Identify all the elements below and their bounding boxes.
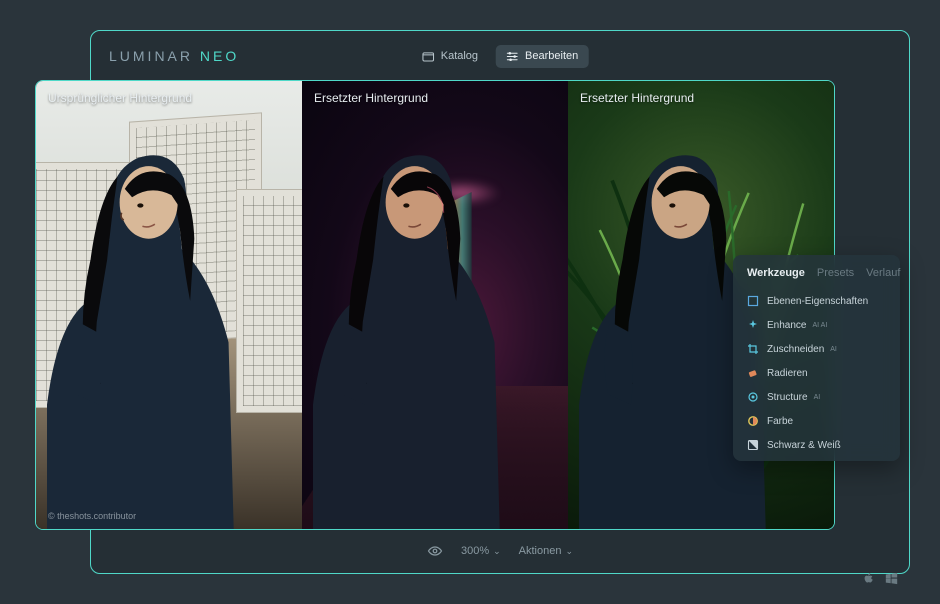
- tool-enhance[interactable]: Enhance AI AI: [733, 313, 900, 337]
- tool-label: Farbe: [767, 416, 793, 427]
- chevron-down-icon: ⌄: [565, 546, 573, 557]
- tools-panel-tabs: Werkzeuge Presets Verlauf: [733, 267, 900, 289]
- chevron-down-icon: ⌄: [493, 546, 501, 557]
- tool-label: Enhance: [767, 320, 806, 331]
- eraser-icon: [747, 367, 759, 379]
- ai-badge: AI: [814, 394, 821, 401]
- folder-icon: [422, 50, 435, 63]
- layers-icon: [747, 295, 759, 307]
- tools-tab-history[interactable]: Verlauf: [866, 267, 900, 279]
- color-icon: [747, 415, 759, 427]
- tool-label: Schwarz & Weiß: [767, 440, 841, 451]
- tool-color[interactable]: Farbe: [733, 409, 900, 433]
- ai-badge: AI: [830, 346, 837, 353]
- bottom-bar: 300% ⌄ Aktionen ⌄: [91, 539, 909, 563]
- tool-label: Structure: [767, 392, 808, 403]
- tool-structure[interactable]: Structure AI: [733, 385, 900, 409]
- sparkle-icon: [747, 319, 759, 331]
- tool-bw[interactable]: Schwarz & Weiß: [733, 433, 900, 457]
- actions-menu[interactable]: Aktionen ⌄: [519, 545, 573, 557]
- tab-catalog-label: Katalog: [441, 50, 478, 62]
- tool-layer-properties[interactable]: Ebenen-Eigenschaften: [733, 289, 900, 313]
- structure-icon: [747, 391, 759, 403]
- panel-replaced-2-label: Ersetzter Hintergrund: [580, 91, 694, 105]
- logo-brand: LUMINAR: [109, 48, 193, 64]
- tool-erase[interactable]: Radieren: [733, 361, 900, 385]
- subject-person: [313, 117, 520, 529]
- tab-edit-label: Bearbeiten: [525, 50, 578, 62]
- ai-badge: AI AI: [812, 322, 827, 329]
- app-logo: LUMINAR NEO: [109, 48, 239, 64]
- tools-tab-presets[interactable]: Presets: [817, 267, 854, 279]
- logo-subbrand: NEO: [200, 48, 239, 64]
- os-compatibility-icons: [862, 572, 898, 590]
- visibility-toggle[interactable]: [427, 543, 443, 559]
- panel-original-label: Ursprünglicher Hintergrund: [48, 91, 192, 105]
- panel-replaced-1: Ersetzter Hintergrund: [302, 81, 568, 529]
- subject-person: [47, 117, 254, 529]
- panel-original: Ursprünglicher Hintergrund © theshots.co…: [36, 81, 302, 529]
- windows-icon: [885, 572, 898, 590]
- eye-icon: [427, 543, 443, 559]
- tools-panel: Werkzeuge Presets Verlauf Ebenen-Eigensc…: [733, 255, 900, 461]
- sliders-icon: [506, 50, 519, 63]
- actions-label: Aktionen: [519, 545, 562, 557]
- tool-label: Radieren: [767, 368, 808, 379]
- mode-tabs: Katalog Bearbeiten: [412, 45, 589, 68]
- tab-edit[interactable]: Bearbeiten: [496, 45, 588, 68]
- zoom-control[interactable]: 300% ⌄: [461, 545, 501, 557]
- bw-icon: [747, 439, 759, 451]
- crop-icon: [747, 343, 759, 355]
- apple-icon: [862, 572, 875, 590]
- tool-crop[interactable]: Zuschneiden AI: [733, 337, 900, 361]
- app-header: LUMINAR NEO Katalog Bearbeiten: [91, 31, 909, 81]
- panel-replaced-1-label: Ersetzter Hintergrund: [314, 91, 428, 105]
- zoom-value: 300%: [461, 545, 489, 557]
- tool-label: Zuschneiden: [767, 344, 824, 355]
- tab-catalog[interactable]: Katalog: [412, 45, 488, 68]
- image-attribution: © theshots.contributor: [48, 511, 136, 521]
- tools-tab-tools[interactable]: Werkzeuge: [747, 267, 805, 279]
- tool-label: Ebenen-Eigenschaften: [767, 296, 868, 307]
- comparison-canvas: Ursprünglicher Hintergrund © theshots.co…: [35, 80, 835, 530]
